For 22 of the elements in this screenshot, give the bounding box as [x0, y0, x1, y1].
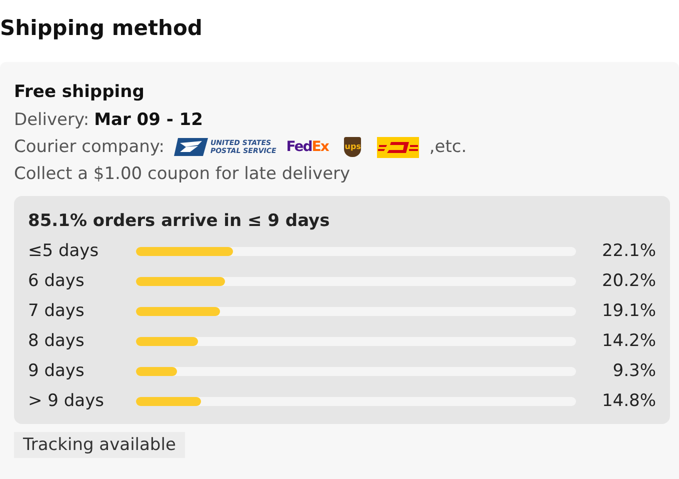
percent-text: 14.8% — [600, 391, 656, 411]
delivery-label: Delivery: Mar 09 - 12 — [14, 109, 203, 132]
feature-tag: Tracking available — [14, 432, 185, 458]
courier-label: Courier company: — [14, 136, 164, 159]
coupon-text: Collect a $1.00 coupon for late delivery — [14, 163, 350, 186]
section-title: Shipping method — [0, 15, 204, 42]
percent-text: 19.1% — [600, 301, 656, 321]
days-label: 9 days — [28, 361, 86, 381]
percent-text: 9.3% — [612, 361, 656, 381]
days-label: ≤5 days — [28, 241, 100, 261]
days-label: 6 days — [28, 271, 86, 291]
stats-heading: 85.1% orders arrive in ≤ 9 days — [28, 210, 331, 233]
shipping-name: Free shipping — [14, 81, 146, 104]
days-label: 7 days — [28, 301, 86, 321]
percent-text: 22.1% — [600, 241, 656, 261]
etc-text: ,etc. — [429, 136, 467, 159]
days-label: 8 days — [28, 331, 86, 351]
ups-logo: ups — [344, 137, 362, 157]
percent-text: 20.2% — [600, 271, 656, 291]
days-label: > 9 days — [28, 391, 105, 411]
fedex-logo: FedEx — [286, 138, 328, 157]
percent-text: 14.2% — [600, 331, 656, 351]
